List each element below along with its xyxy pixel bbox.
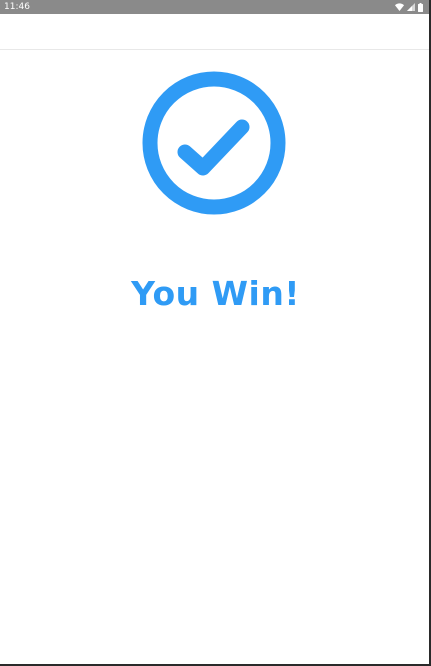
battery-icon [418,2,423,12]
cellular-signal-icon [407,3,415,11]
app-bar [0,14,429,50]
status-icons [395,2,423,12]
app-screen: 11:46 You Win! [0,0,431,666]
win-title: You Win! [131,274,300,313]
check-circle-icon [142,71,286,215]
status-time: 11:46 [4,2,30,12]
status-bar: 11:46 [0,0,429,14]
wifi-icon [395,3,404,11]
